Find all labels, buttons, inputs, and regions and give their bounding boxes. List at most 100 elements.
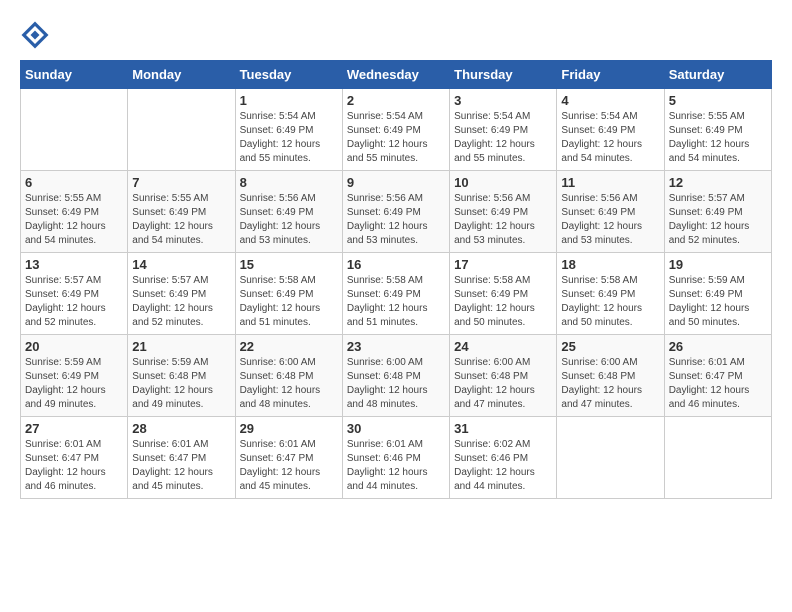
calendar-cell: 30 Sunrise: 6:01 AMSunset: 6:46 PMDayligh…: [342, 417, 449, 499]
day-info: Sunrise: 5:56 AMSunset: 6:49 PMDaylight:…: [240, 192, 338, 248]
day-number: 1: [240, 93, 338, 108]
calendar-cell: 22 Sunrise: 6:00 AMSunset: 6:48 PMDayligh…: [235, 335, 342, 417]
day-info: Sunrise: 5:59 AMSunset: 6:48 PMDaylight:…: [132, 356, 230, 412]
weekday-header-tuesday: Tuesday: [235, 61, 342, 89]
calendar-table: SundayMondayTuesdayWednesdayThursdayFrid…: [20, 60, 772, 499]
calendar-body: 1 Sunrise: 5:54 AMSunset: 6:49 PMDaylight…: [21, 89, 772, 499]
day-info: Sunrise: 5:58 AMSunset: 6:49 PMDaylight:…: [347, 274, 445, 330]
calendar-week-1: 1 Sunrise: 5:54 AMSunset: 6:49 PMDaylight…: [21, 89, 772, 171]
calendar-cell: 28Sunrise: 6:01 AMSunset: 6:47 PMDayligh…: [128, 417, 235, 499]
calendar-cell: 24 Sunrise: 6:00 AMSunset: 6:48 PMDayligh…: [450, 335, 557, 417]
calendar-cell: 21 Sunrise: 5:59 AMSunset: 6:48 PMDayligh…: [128, 335, 235, 417]
calendar-cell: 2 Sunrise: 5:54 AMSunset: 6:49 PMDaylight…: [342, 89, 449, 171]
day-number: 21: [132, 339, 230, 354]
day-number: 20: [25, 339, 123, 354]
calendar-header: SundayMondayTuesdayWednesdayThursdayFrid…: [21, 61, 772, 89]
weekday-header-row: SundayMondayTuesdayWednesdayThursdayFrid…: [21, 61, 772, 89]
calendar-cell: [664, 417, 771, 499]
day-number: 4: [561, 93, 659, 108]
calendar-cell: 3 Sunrise: 5:54 AMSunset: 6:49 PMDaylight…: [450, 89, 557, 171]
day-info: Sunrise: 5:55 AMSunset: 6:49 PMDaylight:…: [25, 192, 123, 248]
day-number: 8: [240, 175, 338, 190]
day-info: Sunrise: 6:01 AMSunset: 6:47 PMDaylight:…: [132, 438, 230, 494]
day-info: Sunrise: 5:57 AMSunset: 6:49 PMDaylight:…: [25, 274, 123, 330]
day-info: Sunrise: 6:01 AMSunset: 6:47 PMDaylight:…: [25, 438, 123, 494]
calendar-cell: 19Sunrise: 5:59 AMSunset: 6:49 PMDayligh…: [664, 253, 771, 335]
day-info: Sunrise: 5:57 AMSunset: 6:49 PMDaylight:…: [669, 192, 767, 248]
weekday-header-thursday: Thursday: [450, 61, 557, 89]
day-number: 15: [240, 257, 338, 272]
calendar-cell: 1 Sunrise: 5:54 AMSunset: 6:49 PMDaylight…: [235, 89, 342, 171]
day-info: Sunrise: 6:01 AMSunset: 6:47 PMDaylight:…: [240, 438, 338, 494]
day-number: 17: [454, 257, 552, 272]
day-info: Sunrise: 5:57 AMSunset: 6:49 PMDaylight:…: [132, 274, 230, 330]
calendar-cell: [557, 417, 664, 499]
day-number: 13: [25, 257, 123, 272]
day-number: 12: [669, 175, 767, 190]
day-info: Sunrise: 5:54 AMSunset: 6:49 PMDaylight:…: [240, 110, 338, 166]
calendar-cell: 14 Sunrise: 5:57 AMSunset: 6:49 PMDayligh…: [128, 253, 235, 335]
day-number: 9: [347, 175, 445, 190]
calendar-cell: 20Sunrise: 5:59 AMSunset: 6:49 PMDayligh…: [21, 335, 128, 417]
day-number: 16: [347, 257, 445, 272]
day-info: Sunrise: 5:54 AMSunset: 6:49 PMDaylight:…: [454, 110, 552, 166]
day-number: 5: [669, 93, 767, 108]
calendar-cell: 15Sunrise: 5:58 AMSunset: 6:49 PMDayligh…: [235, 253, 342, 335]
day-number: 24: [454, 339, 552, 354]
day-info: Sunrise: 5:55 AMSunset: 6:49 PMDaylight:…: [132, 192, 230, 248]
calendar-cell: 13 Sunrise: 5:57 AMSunset: 6:49 PMDayligh…: [21, 253, 128, 335]
day-info: Sunrise: 6:01 AMSunset: 6:46 PMDaylight:…: [347, 438, 445, 494]
calendar-cell: 10 Sunrise: 5:56 AMSunset: 6:49 PMDayligh…: [450, 171, 557, 253]
day-number: 14: [132, 257, 230, 272]
calendar-cell: 18Sunrise: 5:58 AMSunset: 6:49 PMDayligh…: [557, 253, 664, 335]
day-info: Sunrise: 6:01 AMSunset: 6:47 PMDaylight:…: [669, 356, 767, 412]
day-number: 19: [669, 257, 767, 272]
calendar-week-2: 6Sunrise: 5:55 AMSunset: 6:49 PMDaylight…: [21, 171, 772, 253]
day-number: 7: [132, 175, 230, 190]
weekday-header-sunday: Sunday: [21, 61, 128, 89]
day-info: Sunrise: 5:54 AMSunset: 6:49 PMDaylight:…: [347, 110, 445, 166]
calendar-cell: 12 Sunrise: 5:57 AMSunset: 6:49 PMDayligh…: [664, 171, 771, 253]
calendar-cell: 8 Sunrise: 5:56 AMSunset: 6:49 PMDaylight…: [235, 171, 342, 253]
calendar-cell: 31Sunrise: 6:02 AMSunset: 6:46 PMDayligh…: [450, 417, 557, 499]
calendar-cell: 26 Sunrise: 6:01 AMSunset: 6:47 PMDayligh…: [664, 335, 771, 417]
day-number: 3: [454, 93, 552, 108]
calendar-cell: 16 Sunrise: 5:58 AMSunset: 6:49 PMDayligh…: [342, 253, 449, 335]
day-number: 18: [561, 257, 659, 272]
day-number: 2: [347, 93, 445, 108]
calendar-cell: 4 Sunrise: 5:54 AMSunset: 6:49 PMDaylight…: [557, 89, 664, 171]
day-info: Sunrise: 6:00 AMSunset: 6:48 PMDaylight:…: [240, 356, 338, 412]
day-number: 27: [25, 421, 123, 436]
calendar-cell: 9 Sunrise: 5:56 AMSunset: 6:49 PMDaylight…: [342, 171, 449, 253]
day-number: 25: [561, 339, 659, 354]
calendar-cell: 27 Sunrise: 6:01 AMSunset: 6:47 PMDayligh…: [21, 417, 128, 499]
day-info: Sunrise: 6:00 AMSunset: 6:48 PMDaylight:…: [454, 356, 552, 412]
day-info: Sunrise: 5:56 AMSunset: 6:49 PMDaylight:…: [561, 192, 659, 248]
day-number: 29: [240, 421, 338, 436]
day-info: Sunrise: 5:56 AMSunset: 6:49 PMDaylight:…: [454, 192, 552, 248]
calendar-cell: 25Sunrise: 6:00 AMSunset: 6:48 PMDayligh…: [557, 335, 664, 417]
day-number: 22: [240, 339, 338, 354]
logo-icon: [20, 20, 50, 50]
day-number: 23: [347, 339, 445, 354]
day-number: 10: [454, 175, 552, 190]
weekday-header-wednesday: Wednesday: [342, 61, 449, 89]
weekday-header-monday: Monday: [128, 61, 235, 89]
day-info: Sunrise: 5:56 AMSunset: 6:49 PMDaylight:…: [347, 192, 445, 248]
calendar-cell: 17 Sunrise: 5:58 AMSunset: 6:49 PMDayligh…: [450, 253, 557, 335]
day-info: Sunrise: 5:54 AMSunset: 6:49 PMDaylight:…: [561, 110, 659, 166]
logo: [20, 20, 54, 50]
calendar-cell: [128, 89, 235, 171]
calendar-cell: 5 Sunrise: 5:55 AMSunset: 6:49 PMDaylight…: [664, 89, 771, 171]
day-info: Sunrise: 5:58 AMSunset: 6:49 PMDaylight:…: [454, 274, 552, 330]
calendar-cell: 7 Sunrise: 5:55 AMSunset: 6:49 PMDaylight…: [128, 171, 235, 253]
day-info: Sunrise: 6:00 AMSunset: 6:48 PMDaylight:…: [347, 356, 445, 412]
day-number: 26: [669, 339, 767, 354]
weekday-header-saturday: Saturday: [664, 61, 771, 89]
day-info: Sunrise: 5:55 AMSunset: 6:49 PMDaylight:…: [669, 110, 767, 166]
day-number: 30: [347, 421, 445, 436]
day-info: Sunrise: 6:02 AMSunset: 6:46 PMDaylight:…: [454, 438, 552, 494]
day-number: 11: [561, 175, 659, 190]
calendar-week-4: 20Sunrise: 5:59 AMSunset: 6:49 PMDayligh…: [21, 335, 772, 417]
page-header: [20, 20, 772, 50]
